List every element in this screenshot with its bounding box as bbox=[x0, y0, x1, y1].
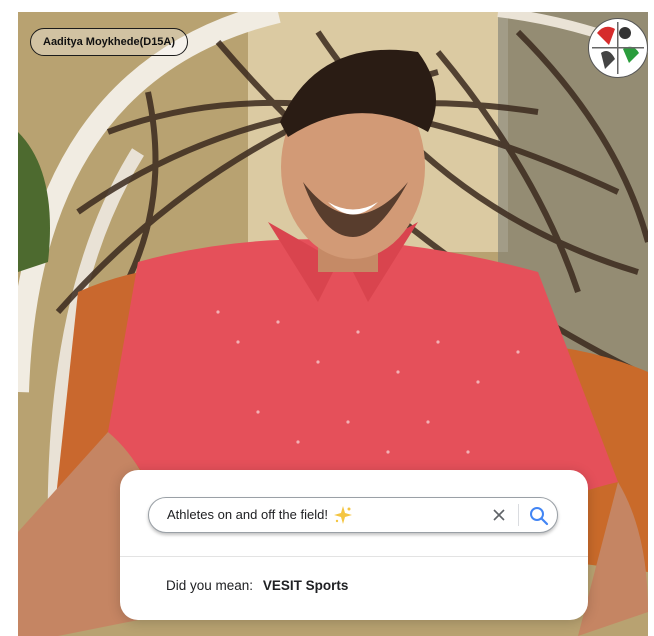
did-you-mean-suggestion[interactable]: Did you mean: VESIT Sports bbox=[166, 578, 348, 593]
search-query-text: Athletes on and off the field! bbox=[167, 507, 328, 522]
vesit-sports-logo-icon bbox=[588, 18, 648, 78]
magnifier-icon bbox=[530, 507, 549, 526]
sparkle-emoji-icon bbox=[333, 505, 353, 530]
search-card: Athletes on and off the field! Did you m… bbox=[120, 470, 588, 620]
clear-search-button[interactable] bbox=[489, 505, 509, 525]
search-divider bbox=[518, 504, 519, 526]
username-chip: Aaditya Moykhede(D15A) bbox=[30, 28, 189, 56]
suggestion-term[interactable]: VESIT Sports bbox=[263, 578, 349, 593]
search-button[interactable] bbox=[527, 504, 551, 528]
close-icon bbox=[493, 509, 505, 521]
suggestion-prefix: Did you mean: bbox=[166, 578, 254, 593]
search-input[interactable]: Athletes on and off the field! bbox=[148, 497, 558, 533]
card-divider bbox=[120, 556, 588, 557]
username-label: Aaditya Moykhede(D15A) bbox=[43, 36, 176, 48]
